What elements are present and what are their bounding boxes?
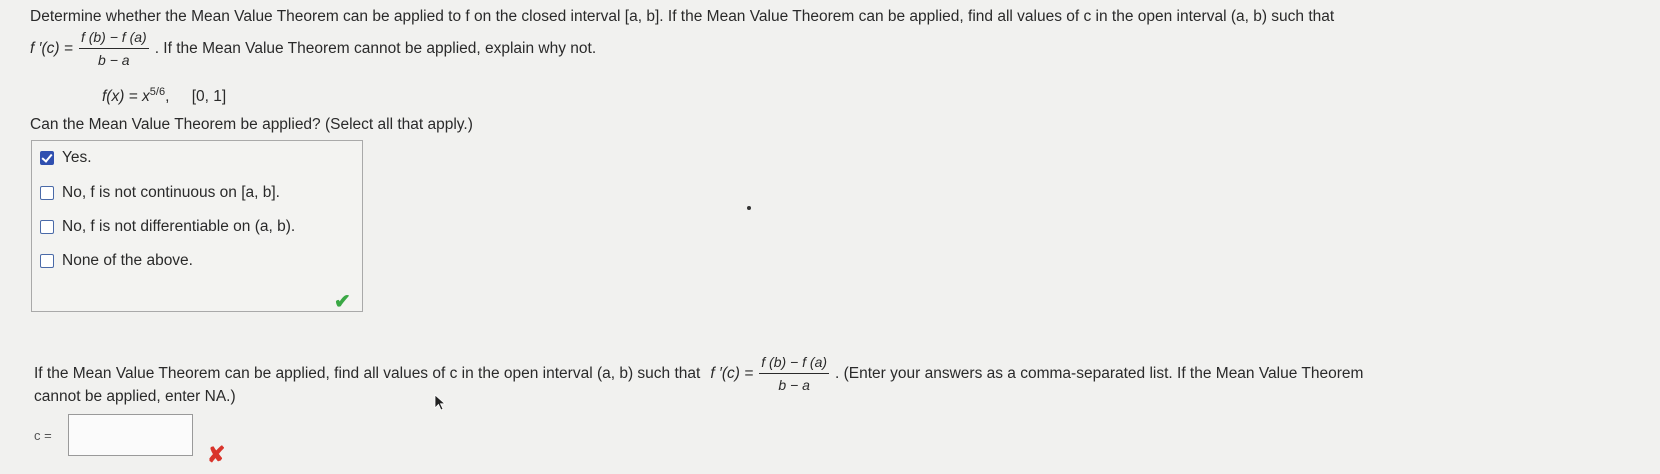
fraction-numerator: f (b) − f (a) (78, 27, 149, 49)
option-none-label: None of the above. (62, 252, 193, 269)
mvt-fraction: f (b) − f (a) b − a (78, 27, 149, 70)
part2-prompt-a: If the Mean Value Theorem can be applied… (34, 364, 701, 382)
question-line-2: f ′(c) = f (b) − f (a) b − a . If the Me… (30, 27, 596, 70)
option-not-differentiable[interactable]: No, f is not differentiable on (a, b). (40, 217, 295, 237)
option-not-continuous-label: No, f is not continuous on [a, b]. (62, 184, 280, 201)
stray-dot (747, 206, 751, 210)
check-icon: ✔ (334, 291, 351, 313)
function-exponent: 5/6 (149, 86, 166, 98)
mouse-pointer-icon (434, 394, 447, 411)
answer-input[interactable] (68, 414, 193, 456)
question-line-2-tail: . If the Mean Value Theorem cannot be ap… (154, 39, 597, 57)
option-yes[interactable]: Yes. (40, 148, 92, 168)
checkbox-not-differentiable[interactable] (40, 220, 54, 234)
checkbox-yes[interactable] (40, 151, 54, 165)
part2-mvt-fraction: f (b) − f (a) b − a (759, 352, 830, 395)
function-definition: f(x) = x5/6, [0, 1] (102, 86, 227, 106)
checkbox-none[interactable] (40, 254, 54, 268)
function-interval: [0, 1] (191, 88, 227, 106)
option-yes-label: Yes. (62, 149, 92, 166)
x-mark-icon: ✘ (207, 442, 226, 467)
part2-prompt-c: cannot be applied, enter NA.) (34, 388, 236, 405)
option-not-differentiable-label: No, f is not differentiable on (a, b). (62, 218, 296, 235)
part2-fraction-denominator: b − a (778, 377, 810, 393)
choices-panel: Yes. No, f is not continuous on [a, b]. … (31, 140, 363, 312)
part1-prompt: Can the Mean Value Theorem be applied? (… (30, 116, 473, 133)
checkbox-not-continuous[interactable] (40, 186, 54, 200)
question-line-1: Determine whether the Mean Value Theorem… (30, 8, 1335, 25)
option-none[interactable]: None of the above. (40, 251, 193, 271)
fraction-denominator: b − a (98, 52, 130, 68)
part2-derivative-lhs: f ′(c) = (710, 364, 754, 382)
option-not-continuous[interactable]: No, f is not continuous on [a, b]. (40, 183, 280, 203)
answer-label: c = (34, 428, 52, 443)
part2-fraction-numerator: f (b) − f (a) (759, 352, 830, 374)
derivative-lhs: f ′(c) = (30, 39, 73, 57)
part2-prompt-b: . (Enter your answers as a comma-separat… (835, 364, 1364, 382)
function-text: f(x) = x (102, 88, 150, 106)
